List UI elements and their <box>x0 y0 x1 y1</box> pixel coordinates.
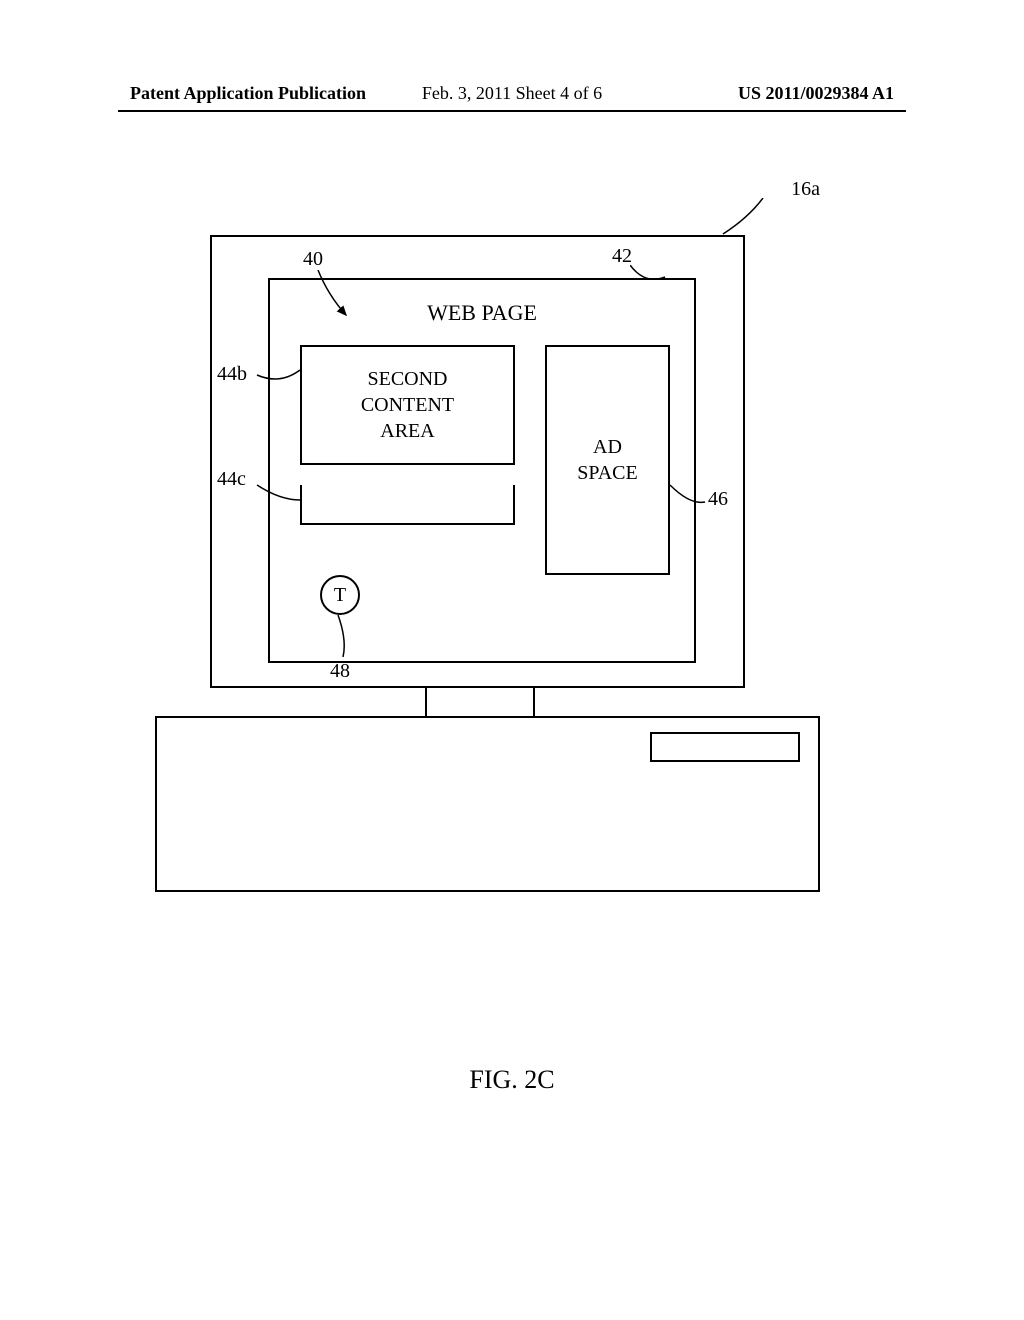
pub-number: US 2011/0029384 A1 <box>738 83 894 104</box>
content-line3: AREA <box>380 418 434 444</box>
sheet-info: Feb. 3, 2011 Sheet 4 of 6 <box>422 83 602 104</box>
ad-line1: AD <box>593 434 622 460</box>
monitor-base <box>155 716 820 892</box>
ad-space-box: AD SPACE <box>545 345 670 575</box>
ad-line2: SPACE <box>577 460 637 486</box>
content-line1: SECOND <box>367 366 447 392</box>
header-divider <box>118 110 906 112</box>
content-line2: CONTENT <box>361 392 454 418</box>
ref-label-16a: 16a <box>791 178 820 201</box>
pub-type: Patent Application Publication <box>130 83 366 104</box>
second-content-area: SECOND CONTENT AREA <box>300 345 515 465</box>
webpage-box: WEB PAGE SECOND CONTENT AREA AD SPACE T <box>268 278 696 663</box>
webpage-title: WEB PAGE <box>270 300 694 326</box>
monitor-neck <box>425 686 535 716</box>
base-slot <box>650 732 800 762</box>
t-circle: T <box>320 575 360 615</box>
figure-caption: FIG. 2C <box>0 1065 1024 1095</box>
leader-16a <box>718 198 778 238</box>
third-content-area <box>300 485 515 525</box>
t-label: T <box>334 584 346 607</box>
